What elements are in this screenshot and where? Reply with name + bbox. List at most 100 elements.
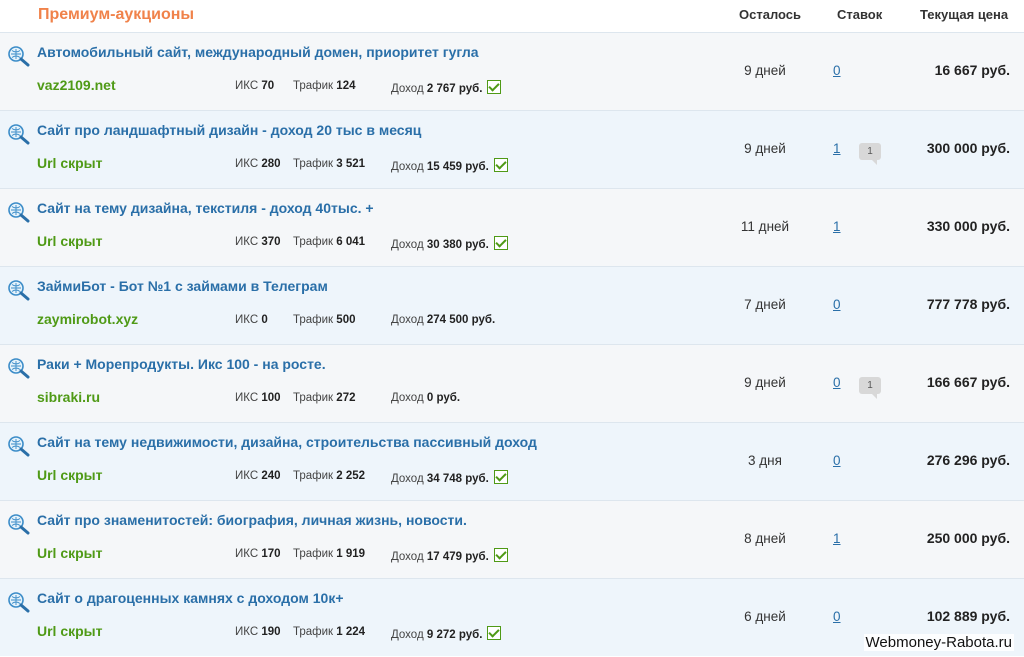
site-analysis-icon[interactable] — [7, 123, 31, 145]
iks-value: 190 — [261, 626, 281, 638]
section-title: Премиум-аукционы — [38, 6, 195, 23]
traffic-label: Трафик — [293, 314, 334, 326]
current-price: 777 778 руб. — [926, 296, 1010, 312]
income-label: Доход — [391, 629, 424, 641]
current-price: 250 000 руб. — [926, 530, 1010, 546]
column-header-bids[interactable]: Ставок — [837, 7, 882, 22]
income-label: Доход — [391, 161, 424, 173]
traffic-value: 272 — [336, 392, 356, 404]
traffic-label: Трафик — [293, 80, 334, 92]
iks-label: ИКС — [235, 236, 259, 248]
income-value: 2 767 руб. — [426, 83, 483, 95]
table-row: Раки + Морепродукты. Икс 100 - на росте.… — [0, 344, 1024, 422]
column-header-remaining[interactable]: Осталось — [739, 7, 801, 22]
site-analysis-icon[interactable] — [7, 201, 31, 223]
traffic-label: Трафик — [293, 626, 334, 638]
traffic-label: Трафик — [293, 392, 334, 404]
verified-check-icon — [493, 470, 508, 484]
iks-label: ИКС — [235, 470, 259, 482]
lot-title-link[interactable]: Сайт про знаменитостей: биография, лична… — [37, 512, 467, 528]
time-remaining: 7 дней — [744, 297, 786, 312]
site-analysis-icon[interactable] — [7, 513, 31, 535]
site-analysis-icon[interactable] — [7, 357, 31, 379]
lot-title-link[interactable]: Автомобильный сайт, международный домен,… — [37, 44, 479, 60]
lot-title-link[interactable]: Раки + Морепродукты. Икс 100 - на росте. — [37, 356, 326, 372]
income-value: 17 479 руб. — [426, 551, 489, 563]
site-analysis-icon[interactable] — [7, 45, 31, 67]
iks-value: 240 — [261, 470, 281, 482]
site-url[interactable]: vaz2109.net — [37, 77, 116, 93]
income-value: 0 руб. — [426, 392, 461, 404]
traffic-label: Трафик — [293, 158, 334, 170]
iks-label: ИКС — [235, 392, 259, 404]
iks-value: 170 — [261, 548, 281, 560]
traffic-value: 3 521 — [336, 158, 366, 170]
iks-value: 280 — [261, 158, 281, 170]
income-label: Доход — [391, 314, 424, 326]
lot-title-link[interactable]: Сайт про ландшафтный дизайн - доход 20 т… — [37, 122, 421, 138]
traffic-label: Трафик — [293, 548, 334, 560]
site-url[interactable]: Url скрыт — [37, 233, 103, 249]
site-url[interactable]: sibraki.ru — [37, 389, 100, 405]
traffic-value: 1 224 — [336, 626, 366, 638]
bids-count-link[interactable]: 0 — [833, 375, 841, 390]
table-row: ЗаймиБот - Бот №1 с займами в Телеграм za… — [0, 266, 1024, 344]
time-remaining: 3 дня — [748, 453, 782, 468]
table-header: Премиум-аукционы Осталось Ставок Текущая… — [0, 0, 1024, 32]
income-value: 274 500 руб. — [426, 314, 496, 326]
time-remaining: 6 дней — [744, 609, 786, 624]
site-url[interactable]: Url скрыт — [37, 545, 103, 561]
lot-title-link[interactable]: Сайт о драгоценных камнях с доходом 10к+ — [37, 590, 344, 606]
income-value: 34 748 руб. — [426, 473, 489, 485]
verified-check-icon — [493, 548, 508, 562]
lot-title-link[interactable]: Сайт на тему недвижимости, дизайна, стро… — [37, 434, 537, 450]
traffic-value: 124 — [336, 80, 356, 92]
table-row: Сайт про знаменитостей: биография, лична… — [0, 500, 1024, 578]
comments-bubble-icon[interactable]: 1 — [859, 143, 881, 165]
iks-label: ИКС — [235, 314, 259, 326]
verified-check-icon — [493, 236, 508, 250]
table-row: Автомобильный сайт, международный домен,… — [0, 32, 1024, 110]
bids-count-link[interactable]: 0 — [833, 63, 841, 78]
time-remaining: 8 дней — [744, 531, 786, 546]
site-url[interactable]: zaymirobot.xyz — [37, 311, 138, 327]
traffic-value: 6 041 — [336, 236, 366, 248]
iks-value: 0 — [261, 314, 268, 326]
bids-count-link[interactable]: 0 — [833, 453, 841, 468]
lot-title-link[interactable]: Сайт на тему дизайна, текстиля - доход 4… — [37, 200, 374, 216]
bids-count-link[interactable]: 1 — [833, 219, 841, 234]
traffic-label: Трафик — [293, 470, 334, 482]
current-price: 166 667 руб. — [926, 374, 1010, 390]
income-value: 30 380 руб. — [426, 239, 489, 251]
iks-label: ИКС — [235, 626, 259, 638]
site-url[interactable]: Url скрыт — [37, 623, 103, 639]
iks-label: ИКС — [235, 158, 259, 170]
comments-bubble-icon[interactable]: 1 — [859, 377, 881, 399]
time-remaining: 9 дней — [744, 141, 786, 156]
column-header-price[interactable]: Текущая цена — [920, 7, 1008, 22]
site-analysis-icon[interactable] — [7, 591, 31, 613]
current-price: 16 667 руб. — [934, 62, 1010, 78]
lot-title-link[interactable]: ЗаймиБот - Бот №1 с займами в Телеграм — [37, 278, 328, 294]
bids-count-link[interactable]: 0 — [833, 609, 841, 624]
current-price: 300 000 руб. — [926, 140, 1010, 156]
income-label: Доход — [391, 239, 424, 251]
table-row: Сайт про ландшафтный дизайн - доход 20 т… — [0, 110, 1024, 188]
time-remaining: 9 дней — [744, 375, 786, 390]
iks-label: ИКС — [235, 80, 259, 92]
income-value: 15 459 руб. — [426, 161, 489, 173]
bids-count-link[interactable]: 0 — [833, 297, 841, 312]
iks-label: ИКС — [235, 548, 259, 560]
table-row: Сайт на тему недвижимости, дизайна, стро… — [0, 422, 1024, 500]
site-url[interactable]: Url скрыт — [37, 155, 103, 171]
site-analysis-icon[interactable] — [7, 279, 31, 301]
bids-count-link[interactable]: 1 — [833, 531, 841, 546]
traffic-value: 1 919 — [336, 548, 366, 560]
site-url[interactable]: Url скрыт — [37, 467, 103, 483]
bids-count-link[interactable]: 1 — [833, 141, 841, 156]
verified-check-icon — [493, 158, 508, 172]
income-label: Доход — [391, 83, 424, 95]
traffic-value: 2 252 — [336, 470, 366, 482]
traffic-label: Трафик — [293, 236, 334, 248]
site-analysis-icon[interactable] — [7, 435, 31, 457]
